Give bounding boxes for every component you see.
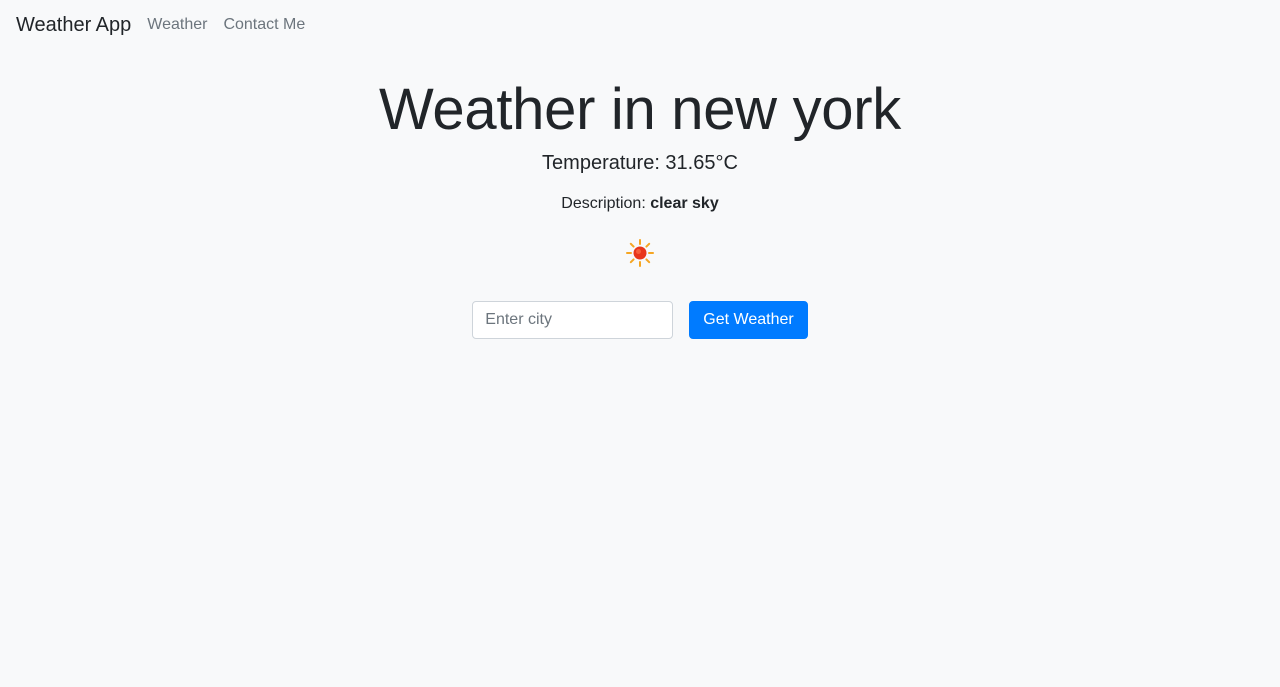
page-title: Weather in new york bbox=[379, 77, 901, 142]
navbar: Weather App Weather Contact Me bbox=[0, 0, 1280, 50]
navbar-brand[interactable]: Weather App bbox=[16, 15, 131, 35]
nav-link-weather[interactable]: Weather bbox=[147, 17, 207, 33]
description-value: clear sky bbox=[650, 194, 719, 212]
city-search-form: Get Weather bbox=[0, 300, 1280, 339]
main-content: Weather in new york Temperature: 31.65°C… bbox=[0, 78, 1280, 339]
get-weather-button[interactable]: Get Weather bbox=[689, 300, 808, 339]
sun-icon bbox=[626, 238, 654, 267]
temperature-text: Temperature: 31.65°C bbox=[542, 151, 738, 174]
nav-link-contact[interactable]: Contact Me bbox=[223, 17, 305, 33]
description-text: Description: clear sky bbox=[0, 194, 1280, 213]
description-label: Description: bbox=[561, 194, 651, 212]
city-input[interactable] bbox=[472, 300, 674, 339]
